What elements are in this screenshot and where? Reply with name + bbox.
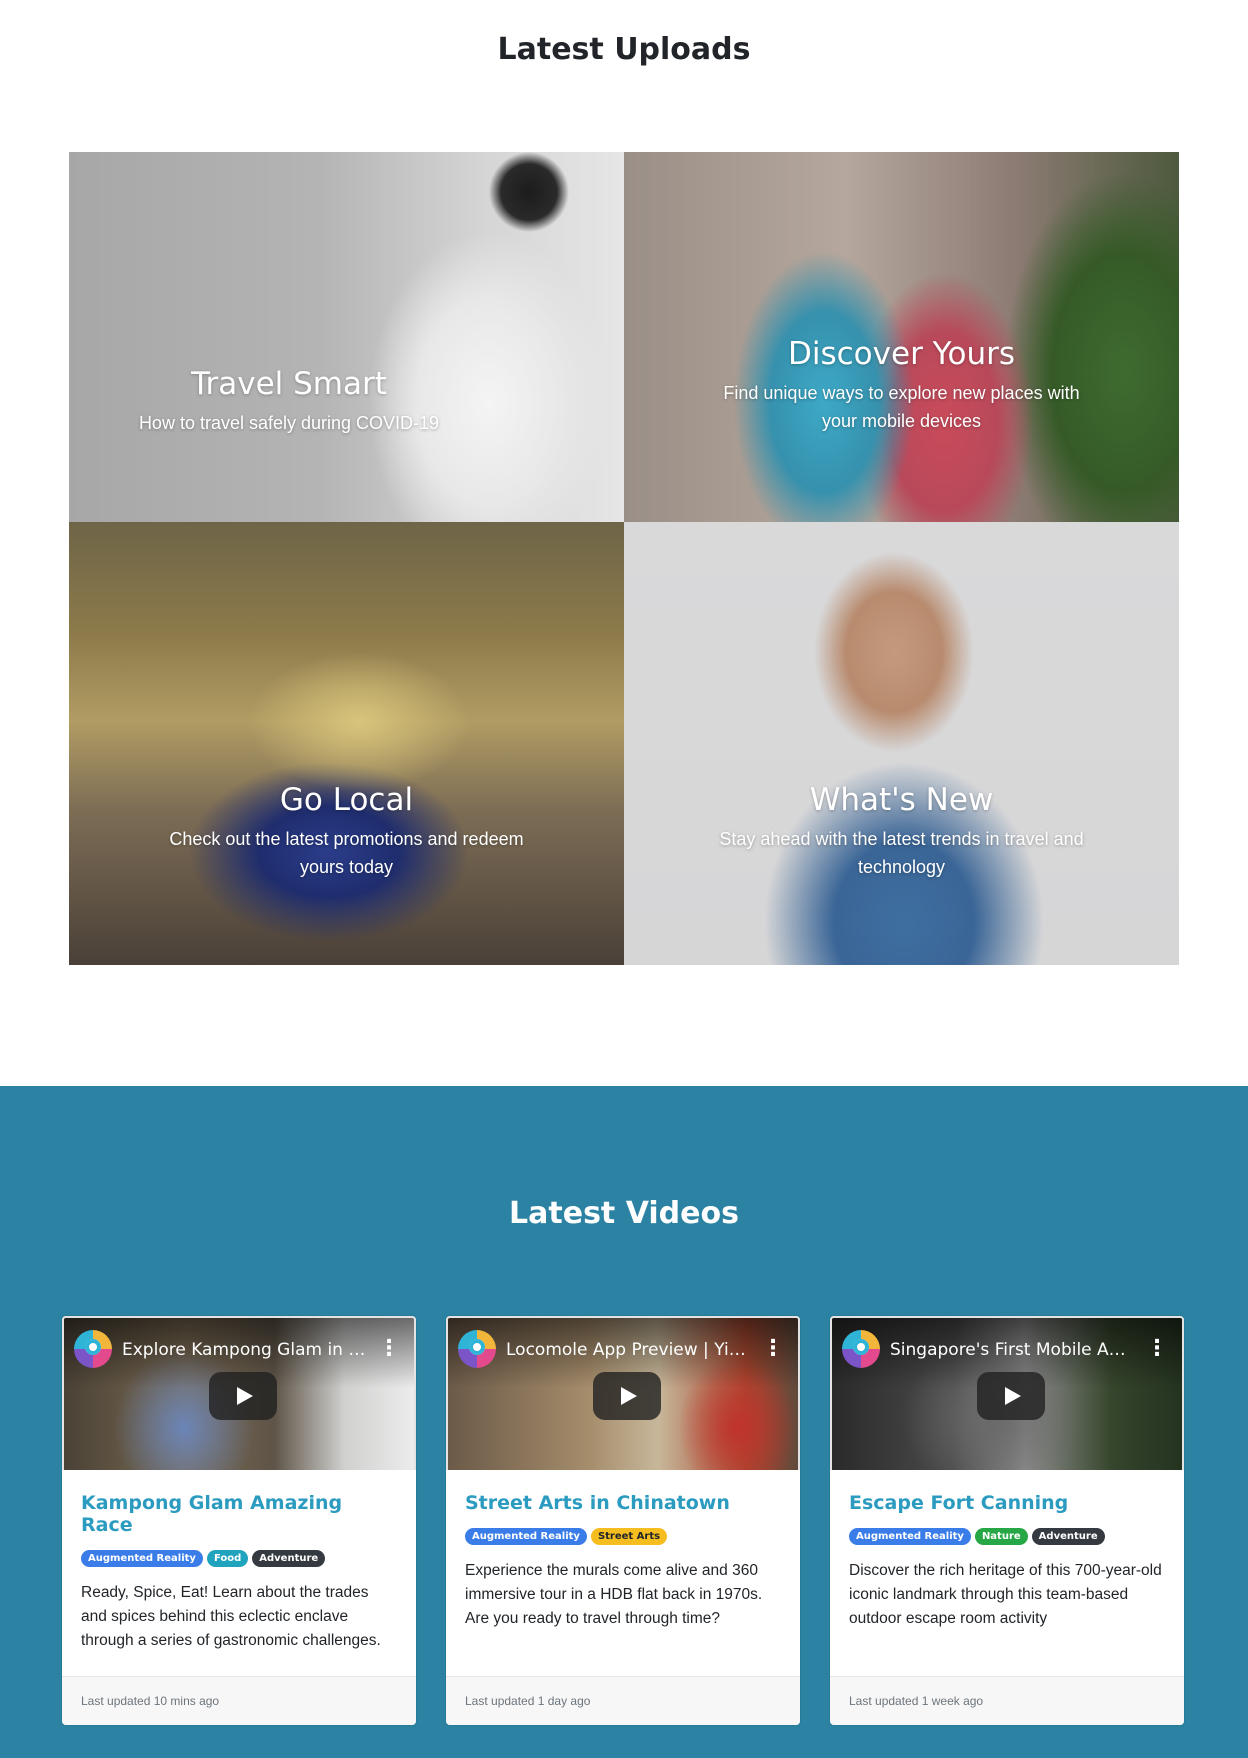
latest-uploads-section: Latest Uploads Travel Smart How to trave… <box>0 0 1248 1086</box>
latest-videos-title: Latest Videos <box>509 1196 739 1231</box>
video-title[interactable]: Explore Kampong Glam in … <box>122 1340 374 1360</box>
tag-adventure: Adventure <box>252 1550 326 1567</box>
more-vertical-icon[interactable]: ⋮ <box>762 1338 784 1360</box>
tag-adventure: Adventure <box>1031 1528 1105 1545</box>
tile-whats-new[interactable]: What's New Stay ahead with the latest tr… <box>624 522 1179 965</box>
video-embed[interactable]: Explore Kampong Glam in … ⋮ <box>62 1316 416 1470</box>
card-footer: Last updated 1 week ago <box>830 1676 1184 1725</box>
card-title[interactable]: Kampong Glam Amazing Race <box>81 1492 397 1536</box>
tile-subtitle: Find unique ways to explore new places w… <box>723 383 1080 432</box>
latest-uploads-title: Latest Uploads <box>497 32 751 67</box>
tag-augmented-reality: Augmented Reality <box>465 1528 587 1545</box>
tile-go-local[interactable]: Go Local Check out the latest promotions… <box>69 522 624 965</box>
tile-caption: Go Local Check out the latest promotions… <box>69 782 624 881</box>
tag-nature: Nature <box>974 1528 1028 1545</box>
more-vertical-icon[interactable]: ⋮ <box>378 1338 400 1360</box>
play-icon[interactable] <box>209 1372 277 1420</box>
tile-image <box>624 522 1179 965</box>
tile-image <box>69 152 624 522</box>
tile-heading: Discover Yours <box>788 336 1015 372</box>
play-icon[interactable] <box>593 1372 661 1420</box>
video-title[interactable]: Singapore's First Mobile A… <box>890 1340 1142 1360</box>
video-card-kampong-glam: Explore Kampong Glam in … ⋮ Kampong Glam… <box>62 1316 416 1725</box>
card-description: Ready, Spice, Eat! Learn about the trade… <box>81 1584 381 1649</box>
tag-list: Augmented Reality Food Adventure <box>81 1550 397 1567</box>
play-icon[interactable] <box>977 1372 1045 1420</box>
tile-heading: Go Local <box>279 782 414 818</box>
tile-discover-yours[interactable]: Discover Yours Find unique ways to explo… <box>624 152 1179 522</box>
card-footer: Last updated 1 day ago <box>446 1676 800 1725</box>
tag-list: Augmented Reality Nature Adventure <box>849 1528 1165 1545</box>
tile-image <box>69 522 624 965</box>
channel-logo-icon[interactable] <box>458 1330 496 1368</box>
channel-logo-icon[interactable] <box>74 1330 112 1368</box>
channel-logo-icon[interactable] <box>842 1330 880 1368</box>
tile-subtitle: Check out the latest promotions and rede… <box>169 829 524 878</box>
card-description: Discover the rich heritage of this 700-y… <box>849 1562 1162 1627</box>
video-card-fort-canning: Singapore's First Mobile A… ⋮ Escape For… <box>830 1316 1184 1725</box>
video-card-street-arts: Locomole App Preview | Yi… ⋮ Street Arts… <box>446 1316 800 1725</box>
video-embed[interactable]: Singapore's First Mobile A… ⋮ <box>830 1316 1184 1470</box>
tile-travel-smart[interactable]: Travel Smart How to travel safely during… <box>69 152 624 522</box>
more-vertical-icon[interactable]: ⋮ <box>1146 1338 1168 1360</box>
tag-street-arts: Street Arts <box>590 1528 668 1545</box>
card-title[interactable]: Escape Fort Canning <box>849 1492 1165 1514</box>
tile-caption: Discover Yours Find unique ways to explo… <box>624 336 1179 435</box>
tile-caption: What's New Stay ahead with the latest tr… <box>624 782 1179 881</box>
card-title[interactable]: Street Arts in Chinatown <box>465 1492 781 1514</box>
tile-caption: Travel Smart How to travel safely during… <box>69 366 509 437</box>
tile-subtitle: How to travel safely during COVID-19 <box>138 413 440 434</box>
tag-food: Food <box>206 1550 249 1567</box>
tag-augmented-reality: Augmented Reality <box>81 1550 203 1567</box>
video-embed[interactable]: Locomole App Preview | Yi… ⋮ <box>446 1316 800 1470</box>
tile-heading: What's New <box>809 782 994 818</box>
card-description: Experience the murals come alive and 360… <box>465 1562 763 1627</box>
tile-heading: Travel Smart <box>191 366 387 402</box>
tag-list: Augmented Reality Street Arts <box>465 1528 781 1545</box>
video-title[interactable]: Locomole App Preview | Yi… <box>506 1340 758 1360</box>
card-footer: Last updated 10 mins ago <box>62 1676 416 1725</box>
latest-videos-section: Latest Videos Explore Kampong Glam in … … <box>0 1086 1248 1758</box>
tile-subtitle: Stay ahead with the latest trends in tra… <box>719 829 1084 878</box>
tag-augmented-reality: Augmented Reality <box>849 1528 971 1545</box>
